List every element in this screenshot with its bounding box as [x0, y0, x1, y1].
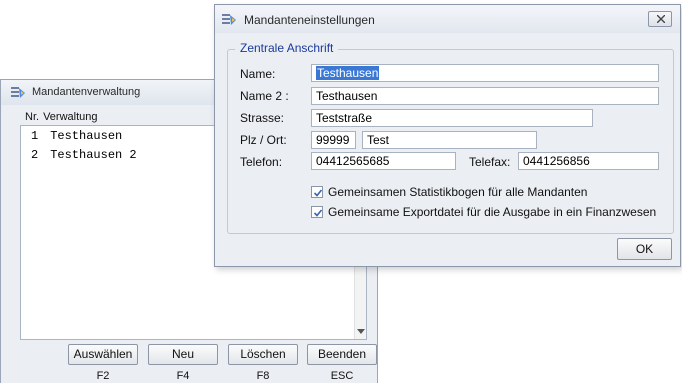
mandanteneinstellungen-dialog: Mandanteneinstellungen Zentrale Anschrif…: [214, 4, 681, 267]
telefax-field[interactable]: 0441256856: [518, 152, 659, 170]
name-value: Testhausen: [316, 66, 380, 80]
ok-button[interactable]: OK: [617, 238, 672, 260]
shortcut-f8: F8: [256, 370, 270, 382]
neu-button[interactable]: Neu: [148, 344, 218, 365]
name-field[interactable]: Testhausen: [311, 64, 659, 82]
exportdatei-label[interactable]: Gemeinsame Exportdatei für die Ausgabe i…: [328, 205, 656, 219]
window-title: Mandantenverwaltung: [32, 86, 141, 98]
statistikbogen-label[interactable]: Gemeinsamen Statistikbogen für alle Mand…: [328, 185, 587, 199]
list-header: Nr. Verwaltung: [25, 111, 98, 123]
list-item-name: Testhausen 2: [50, 148, 137, 162]
telefon-field[interactable]: 04412565685: [311, 152, 456, 170]
column-verwaltung: Verwaltung: [43, 111, 98, 123]
checkmark-icon: [313, 189, 323, 197]
name2-field[interactable]: Testhausen: [311, 87, 659, 105]
group-title: Zentrale Anschrift: [235, 41, 339, 55]
telefon-label: Telefon:: [240, 155, 283, 169]
shortcut-f4: F4: [176, 370, 190, 382]
dialog-title: Mandanteneinstellungen: [244, 13, 375, 27]
scroll-down-arrow-icon[interactable]: [357, 329, 365, 335]
beenden-button[interactable]: Beenden: [307, 344, 377, 365]
auswaehlen-button[interactable]: Auswählen: [68, 344, 138, 365]
shortcut-esc: ESC: [330, 370, 354, 382]
statistikbogen-checkbox[interactable]: [311, 186, 323, 198]
list-item-nr: 2: [31, 148, 39, 162]
plz-ort-label: Plz / Ort:: [240, 133, 287, 147]
close-button[interactable]: [648, 11, 672, 27]
name2-label: Name 2 :: [240, 89, 289, 103]
plz-field[interactable]: 99999: [311, 131, 356, 149]
loeschen-button[interactable]: Löschen: [228, 344, 298, 365]
exportdatei-checkbox[interactable]: [311, 206, 323, 218]
title-bar[interactable]: Mandanteneinstellungen: [215, 5, 680, 33]
shortcut-f2: F2: [96, 370, 110, 382]
list-item-name: Testhausen: [50, 129, 123, 143]
app-icon: [11, 87, 25, 98]
name-label: Name:: [240, 67, 276, 81]
strasse-label: Strasse:: [240, 111, 285, 125]
app-icon: [222, 14, 236, 25]
close-icon: [657, 15, 665, 23]
checkmark-icon: [313, 209, 323, 217]
ort-field[interactable]: Test: [362, 131, 537, 149]
telefax-label: Telefax:: [469, 155, 511, 169]
list-item[interactable]: 2 Testhausen 2: [31, 148, 137, 162]
column-nr: Nr.: [25, 111, 40, 123]
list-item[interactable]: 1 Testhausen: [31, 129, 122, 143]
list-item-nr: 1: [31, 129, 39, 143]
strasse-field[interactable]: Teststraße: [311, 109, 593, 127]
